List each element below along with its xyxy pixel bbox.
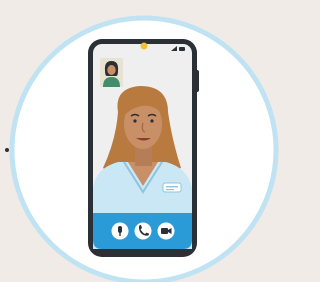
video-call-illustration xyxy=(0,0,282,282)
end-call-button[interactable] xyxy=(134,222,152,240)
decorative-dot xyxy=(5,148,9,152)
mic-button[interactable] xyxy=(111,222,129,240)
caller-pip xyxy=(100,58,123,87)
name-badge xyxy=(162,182,182,193)
call-controls xyxy=(93,213,192,249)
camera-dot-icon xyxy=(140,42,148,50)
video-button[interactable] xyxy=(157,222,175,240)
